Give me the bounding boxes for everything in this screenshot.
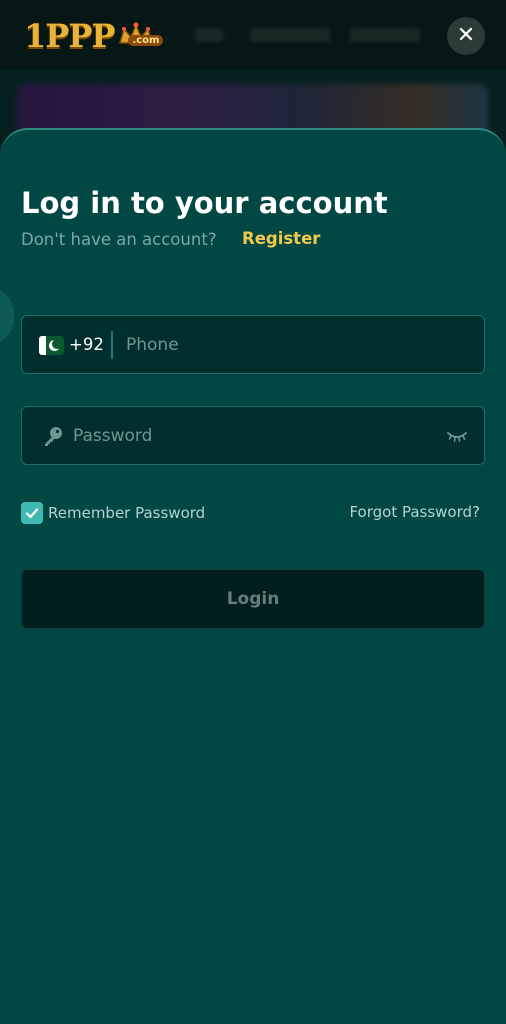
login-sheet: Log in to your account Don't have an acc… [0,128,506,1024]
login-page: 1PPP .com ✕ Log in to your account Don't… [0,0,506,1024]
phone-field: +92 [21,315,485,374]
side-handle[interactable] [0,290,14,342]
register-link[interactable]: Register [242,229,320,248]
eye-closed-icon[interactable] [447,429,467,443]
phone-input[interactable] [126,333,466,357]
close-icon: ✕ [456,23,476,48]
forgot-password-link[interactable]: Forgot Password? [349,503,480,521]
country-code[interactable]: +92 [69,335,104,354]
site-logo: 1PPP .com [24,16,164,56]
field-divider [111,331,113,359]
blurred-nav-item [250,28,330,42]
blurred-nav-item [195,28,223,42]
logo-suffix: .com [128,35,164,46]
remember-checkbox[interactable] [21,502,43,524]
no-account-text: Don't have an account? [21,230,217,249]
check-icon [25,508,39,519]
logo-text: 1PPP [24,17,115,55]
pakistan-flag-icon[interactable] [39,336,64,355]
close-button[interactable]: ✕ [447,17,485,55]
remember-password[interactable]: Remember Password [21,502,205,524]
blurred-nav-item [350,28,420,42]
remember-label: Remember Password [48,504,206,522]
password-input[interactable] [73,424,433,448]
crown-icon: .com [116,21,164,51]
login-button[interactable]: Login [21,569,485,629]
page-title: Log in to your account [21,186,388,220]
password-field [21,406,485,465]
key-icon [45,427,62,446]
